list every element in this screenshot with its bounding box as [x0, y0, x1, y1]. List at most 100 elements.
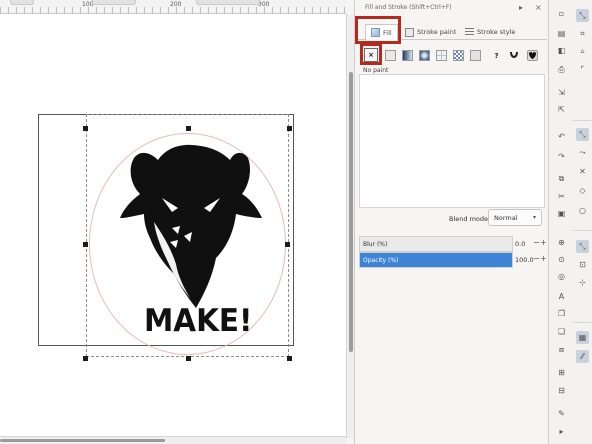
nonzero-icon [528, 51, 537, 60]
paint-editor-area [359, 74, 545, 208]
duplicate-icon[interactable]: ❐ [555, 307, 568, 320]
toolbar-stub [92, 0, 136, 5]
fill-and-stroke-dialog: Fill and Stroke (Shift+Ctrl+F) ▸ × Fill … [354, 0, 548, 444]
chevron-down-icon: ▾ [532, 214, 536, 221]
toolbar-separator [573, 120, 591, 121]
blend-mode-value: Normal [494, 213, 518, 222]
ruler-label: 200 [170, 1, 182, 8]
stroke-paint-icon [405, 27, 414, 37]
scale-handle-bottom[interactable] [186, 356, 191, 361]
paint-type-row: × ? [355, 46, 549, 66]
blur-label: Blur (%) [363, 241, 388, 248]
horizontal-scrollbar[interactable] [0, 436, 346, 444]
copy-icon[interactable]: ⧉ [555, 172, 568, 185]
fill-rule-nonzero-button[interactable] [527, 50, 538, 61]
scale-handle-br[interactable] [287, 356, 292, 361]
clone-icon[interactable]: ❏ [555, 325, 568, 338]
print-icon[interactable]: ⎙ [555, 63, 568, 76]
group-icon[interactable]: ⊞ [555, 366, 568, 379]
snap-guide-icon[interactable]: ⁄⁄ [576, 350, 589, 363]
fill-tab-highlight [355, 16, 401, 44]
scale-handle-tl[interactable] [83, 126, 88, 131]
cut-icon[interactable]: ✂ [555, 190, 568, 203]
horizontal-ruler: 100 200 300 [0, 0, 346, 14]
snap-smooth-icon[interactable]: ○ [576, 204, 589, 217]
mesh-gradient-button[interactable] [436, 50, 447, 61]
opacity-slider-row: Opacity (%) 100.0 − + [359, 252, 547, 268]
blur-decrement[interactable]: − [533, 238, 540, 247]
zoom-drawing-icon[interactable]: ⊙ [555, 253, 568, 266]
opacity-value[interactable]: 100.0 [515, 256, 534, 264]
commands-toolbar: ▫ ▤ ◧ ⎙ ⇲ ⇱ ↶ ↷ ⧉ ✂ ▣ ⊕ ⊙ ◎ A ❐ ❏ ⧈ ⊞ ⊟ … [548, 0, 592, 444]
blend-mode-select[interactable]: Normal ▾ [488, 209, 542, 226]
blur-slider-row: Blur (%) 0.0 − + [359, 236, 547, 252]
scale-handle-top[interactable] [186, 126, 191, 131]
import-icon[interactable]: ⇲ [555, 86, 568, 99]
scale-handle-tr[interactable] [287, 126, 292, 131]
pattern-button[interactable] [453, 50, 464, 61]
scale-handle-bl[interactable] [83, 356, 88, 361]
opacity-slider[interactable]: Opacity (%) [359, 252, 513, 268]
unset-paint-button[interactable]: ? [491, 50, 502, 61]
snap-path-icon[interactable]: ⤳ [576, 146, 589, 159]
linear-gradient-button[interactable] [402, 50, 413, 61]
logo-text[interactable]: MAKE! [144, 303, 277, 339]
opacity-label: Opacity (%) [363, 257, 399, 264]
snap-page-icon[interactable]: ⤡ [576, 240, 589, 253]
save-icon[interactable]: ◧ [555, 44, 568, 57]
tab-stroke-style[interactable]: Stroke style [465, 24, 515, 40]
snap-cusp-icon[interactable]: ◇ [576, 184, 589, 197]
snap-rotation-center-icon[interactable]: ⊹ [576, 276, 589, 289]
zoom-page-icon[interactable]: ◎ [555, 270, 568, 283]
flat-color-button[interactable] [385, 50, 396, 61]
snap-toggle-icon[interactable]: ⤡ [576, 9, 589, 22]
fill-rule-evenodd-button[interactable] [508, 50, 519, 61]
vertical-scrollbar[interactable] [346, 14, 354, 438]
snap-bbox-corner-icon[interactable]: ⌜ [576, 63, 589, 76]
tab-label: Stroke paint [417, 28, 457, 36]
swatch-button[interactable] [470, 50, 481, 61]
radial-gradient-button[interactable] [419, 50, 430, 61]
blur-value[interactable]: 0.0 [515, 240, 525, 248]
ungroup-icon[interactable]: ⊟ [555, 384, 568, 397]
snap-bbox-edge-icon[interactable]: ▵ [576, 44, 589, 57]
close-dialog-icon[interactable]: × [535, 3, 542, 12]
xml-editor-icon[interactable]: ✎ [555, 407, 568, 420]
question-glyph: ? [494, 51, 499, 60]
dialog-title: Fill and Stroke (Shift+Ctrl+F) [365, 4, 452, 11]
export-icon[interactable]: ⇱ [555, 103, 568, 116]
open-icon[interactable]: ▤ [555, 27, 568, 40]
opacity-increment[interactable]: + [540, 254, 547, 263]
evenodd-icon [509, 51, 518, 58]
toolbar-stub [196, 0, 260, 5]
more-commands-icon[interactable]: ▸ [555, 425, 568, 438]
text-icon[interactable]: A [555, 290, 568, 303]
scrollbar-thumb[interactable] [349, 72, 353, 352]
blur-slider[interactable]: Blur (%) [359, 236, 513, 252]
scale-handle-left[interactable] [83, 242, 88, 247]
undo-icon[interactable]: ↶ [555, 130, 568, 143]
no-paint-highlight [360, 43, 382, 65]
scrollbar-thumb[interactable] [0, 439, 165, 442]
blend-mode-label: Blend mode: [449, 215, 491, 223]
tab-stroke-paint[interactable]: Stroke paint [405, 24, 456, 40]
dialog-menu-icon[interactable]: ▸ [519, 3, 523, 12]
bison-logo[interactable] [118, 138, 264, 310]
redo-icon[interactable]: ↷ [555, 150, 568, 163]
snap-intersection-icon[interactable]: ✕ [576, 165, 589, 178]
tab-label: Stroke style [477, 28, 516, 36]
snap-nodes-icon[interactable]: ⤡ [576, 128, 589, 141]
toolbar-stub [10, 0, 34, 5]
scale-handle-right[interactable] [285, 242, 290, 247]
snap-grid-icon[interactable]: ▦ [576, 331, 589, 344]
paste-icon[interactable]: ▣ [555, 207, 568, 220]
blur-increment[interactable]: + [540, 238, 547, 247]
unlink-clone-icon[interactable]: ⧈ [555, 343, 568, 356]
stroke-style-icon [465, 27, 474, 37]
new-document-icon[interactable]: ▫ [555, 7, 568, 20]
snap-bbox-icon[interactable]: ⌗ [576, 27, 589, 40]
zoom-selection-icon[interactable]: ⊕ [555, 236, 568, 249]
opacity-decrement[interactable]: − [533, 254, 540, 263]
snap-center-icon[interactable]: ⊡ [576, 258, 589, 271]
paint-status: No paint [363, 67, 389, 74]
